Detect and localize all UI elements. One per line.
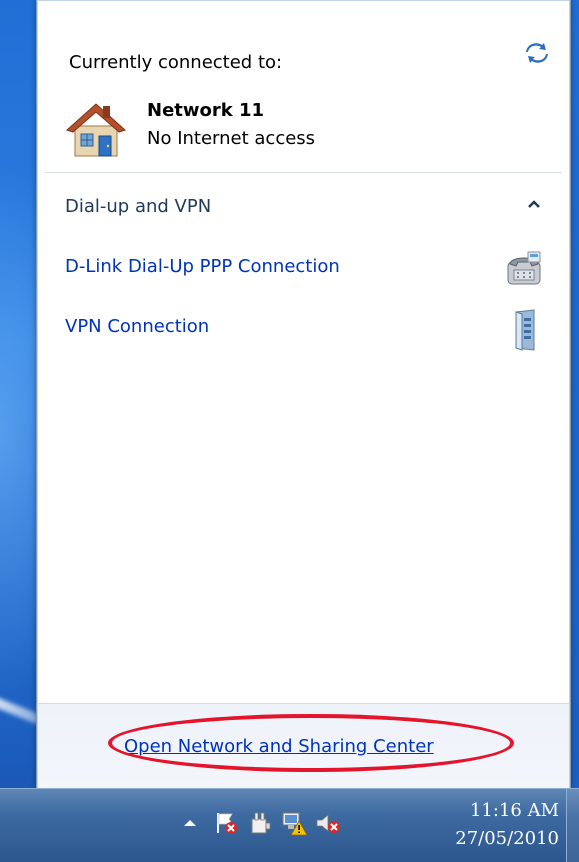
power-plug-icon[interactable] [246, 809, 274, 837]
connected-label: Currently connected to: [69, 52, 283, 73]
network-status: No Internet access [147, 128, 316, 149]
connection-label-vpn: VPN Connection [65, 316, 210, 337]
dialup-vpn-header[interactable]: Dial-up and VPN [65, 196, 211, 217]
chevron-up-icon[interactable] [524, 194, 544, 214]
network-warning-icon[interactable] [280, 809, 308, 837]
connection-label-dialup: D-Link Dial-Up PPP Connection [65, 256, 340, 277]
open-network-sharing-center-link[interactable]: Open Network and Sharing Center [124, 736, 434, 757]
home-network-icon [66, 103, 126, 157]
connection-item-dialup[interactable]: D-Link Dial-Up PPP Connection [49, 244, 558, 292]
network-name: Network 11 [147, 100, 265, 121]
network-flyout: Currently connected to: Network 11 No In… [36, 0, 571, 788]
section-divider [45, 172, 562, 173]
show-desktop-button[interactable] [566, 789, 579, 862]
dialup-phone-icon [507, 251, 541, 285]
refresh-arrows-icon[interactable] [522, 38, 552, 68]
clock-date: 27/05/2010 [455, 828, 559, 849]
show-hidden-icons-arrow[interactable] [176, 809, 204, 837]
taskbar: 11:16 AM 27/05/2010 [0, 788, 579, 862]
flyout-footer: Open Network and Sharing Center [38, 703, 569, 788]
action-center-flag-icon[interactable] [212, 809, 240, 837]
volume-muted-icon[interactable] [314, 809, 342, 837]
taskbar-clock[interactable]: 11:16 AM 27/05/2010 [455, 797, 559, 853]
connected-section: Currently connected to: Network 11 No In… [49, 24, 558, 174]
connection-item-vpn[interactable]: VPN Connection [49, 304, 558, 352]
vpn-server-icon [515, 309, 535, 351]
clock-time: 11:16 AM [469, 800, 559, 821]
